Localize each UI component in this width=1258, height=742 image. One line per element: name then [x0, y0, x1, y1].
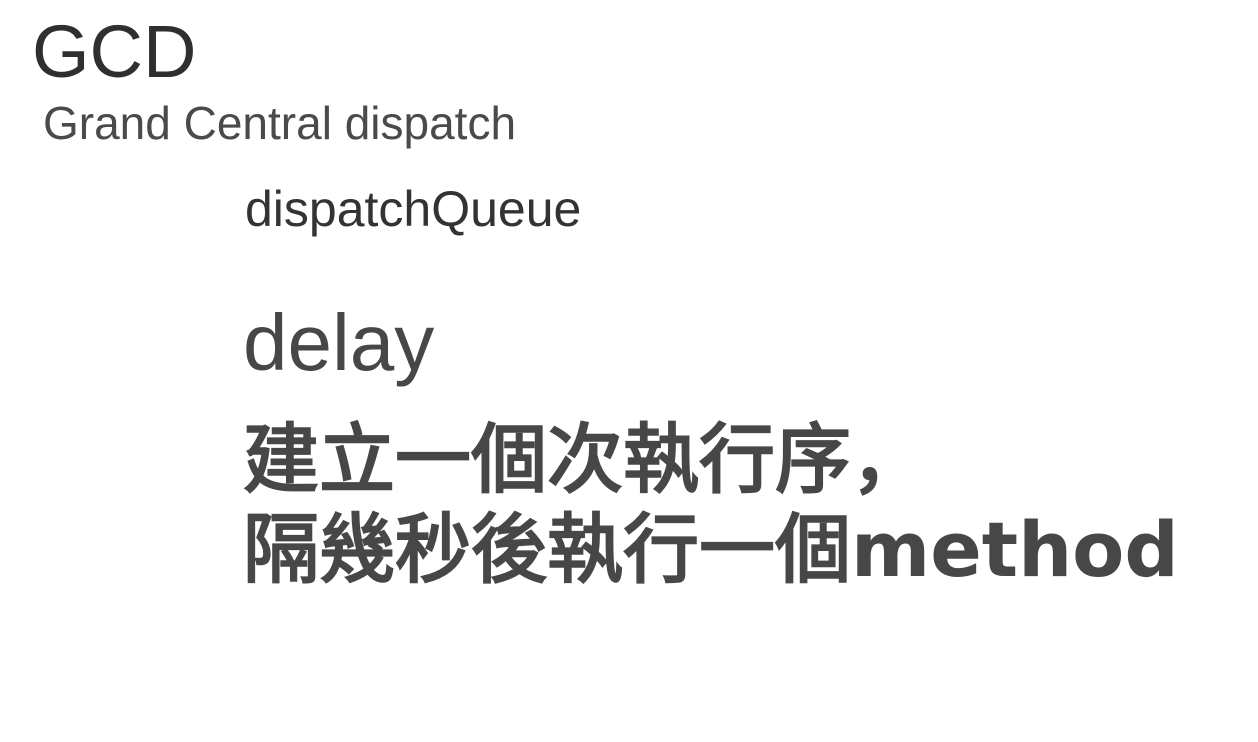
slide-subtitle: Grand Central dispatch	[43, 97, 517, 149]
slide: GCD Grand Central dispatch dispatchQueue…	[0, 0, 1258, 742]
keyword-heading: delay	[243, 298, 435, 387]
topic-heading: dispatchQueue	[245, 181, 582, 237]
description-line: 建立一個次執行序，	[243, 415, 927, 504]
slide-title: GCD	[32, 10, 197, 93]
description-line: 隔幾秒後執行一個method	[243, 505, 1179, 594]
